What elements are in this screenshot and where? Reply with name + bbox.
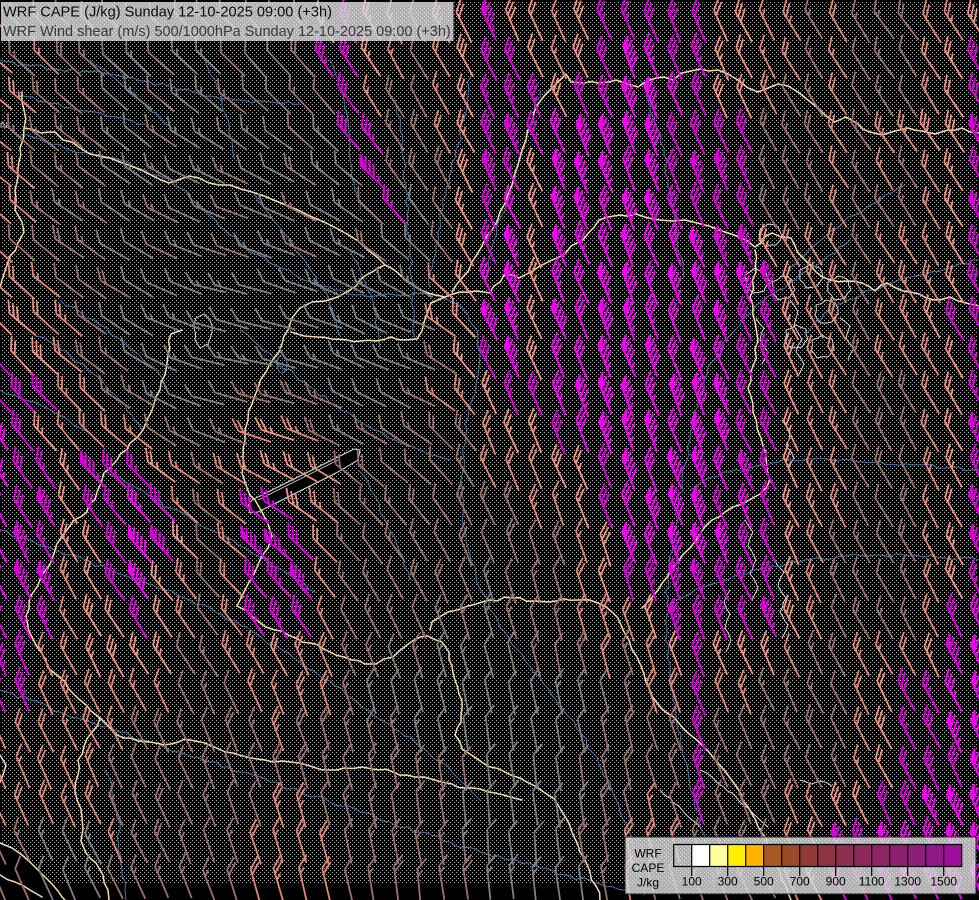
svg-text:CAPE: CAPE	[632, 861, 665, 875]
svg-text:700: 700	[790, 875, 810, 889]
svg-text:WRF CAPE (J/kg) Sunday 12-10-2: WRF CAPE (J/kg) Sunday 12-10-2025 09:00 …	[3, 5, 332, 21]
svg-text:WRF: WRF	[634, 847, 661, 861]
svg-text:100: 100	[682, 875, 702, 889]
svg-text:500: 500	[754, 875, 774, 889]
svg-text:WRF Wind shear (m/s) 500/1000h: WRF Wind shear (m/s) 500/1000hPa Sunday …	[3, 24, 451, 40]
svg-text:300: 300	[718, 875, 738, 889]
svg-text:1100: 1100	[859, 875, 885, 889]
svg-text:J/kg: J/kg	[637, 876, 659, 890]
svg-text:1300: 1300	[894, 875, 921, 889]
svg-text:900: 900	[826, 875, 846, 889]
svg-text:1500: 1500	[930, 875, 957, 889]
